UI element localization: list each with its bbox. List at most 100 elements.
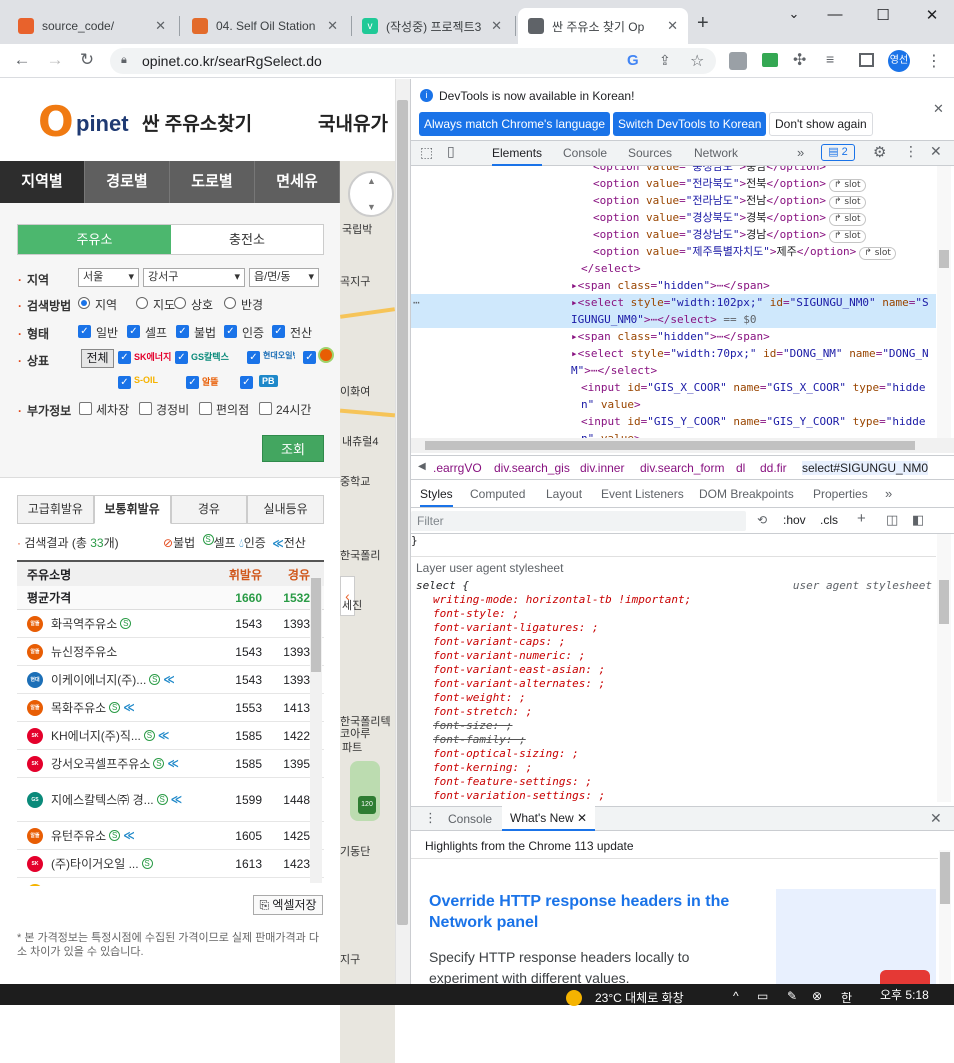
breadcrumb-item[interactable]: select#SIGUNGU_NM0: [802, 461, 929, 475]
ime-indicator[interactable]: 한: [841, 989, 852, 1005]
page-scrollbar-thumb[interactable]: [397, 100, 408, 925]
whatsnew-title-link[interactable]: Override HTTP response headers in the Ne…: [429, 891, 749, 933]
forward-icon[interactable]: →: [44, 50, 66, 72]
weather-text[interactable]: 23°C 대체로 화창: [595, 989, 684, 1005]
station-name[interactable]: 이케이에너지(주)...: [51, 671, 146, 688]
styles-tab-0[interactable]: Styles: [420, 481, 453, 507]
google-icon[interactable]: G: [627, 52, 639, 69]
weather-sun-icon[interactable]: [566, 990, 582, 1006]
browser-menu-icon[interactable]: ⋮: [926, 51, 942, 71]
tab-close-icon[interactable]: ✕: [155, 18, 166, 34]
opinet-logo-text[interactable]: pinet: [76, 111, 129, 137]
drawer-tab-console[interactable]: Console: [448, 812, 492, 826]
excel-save-button[interactable]: ⎘ 엑셀저장: [253, 895, 323, 915]
tab-close-icon[interactable]: ✕: [491, 18, 502, 34]
station-name[interactable]: 스카이주유소: [51, 883, 117, 886]
type-checkbox-2[interactable]: ✓: [176, 325, 189, 338]
brand-checkbox-4[interactable]: ✓: [118, 376, 131, 389]
add-rule-icon[interactable]: +: [857, 510, 866, 527]
tab-network[interactable]: Network: [694, 140, 738, 166]
type-checkbox-1[interactable]: ✓: [127, 325, 140, 338]
station-name[interactable]: 유턴주유소: [51, 827, 106, 844]
dom-hscrollbar-thumb[interactable]: [425, 441, 915, 450]
video-play-icon[interactable]: [880, 970, 930, 984]
switch-korean-button[interactable]: Switch DevTools to Korean: [613, 112, 767, 136]
tab-regular-gasoline[interactable]: 보통휘발유: [93, 495, 171, 524]
gas-station-tab[interactable]: 주유소: [18, 225, 171, 254]
tray-mute-icon[interactable]: ⊗: [812, 989, 822, 1005]
tab-kerosene[interactable]: 실내등유: [247, 495, 324, 524]
back-icon[interactable]: ←: [11, 50, 33, 72]
nav-region[interactable]: 지역별: [0, 161, 85, 203]
inspect-element-icon[interactable]: ⬚: [420, 144, 433, 161]
styles-pane[interactable]: } Layer user agent stylesheet select {us…: [411, 534, 936, 802]
brand-all-button[interactable]: 전체: [81, 349, 114, 368]
tray-network-icon[interactable]: ▭: [757, 989, 768, 1005]
devtools-menu-icon[interactable]: ⋮: [904, 143, 918, 160]
reload-icon[interactable]: ↻: [76, 50, 98, 72]
extra-checkbox-3[interactable]: [259, 402, 272, 415]
tab-search-icon[interactable]: ⌄: [774, 6, 814, 26]
tab-close-icon[interactable]: ✕: [327, 18, 338, 34]
whatsnew-close-icon[interactable]: ✕: [577, 811, 587, 825]
issues-badge[interactable]: ▤ 2: [821, 144, 855, 161]
css-property[interactable]: writing-mode: horizontal-tb !important;: [411, 593, 936, 607]
minimize-button[interactable]: —: [815, 6, 855, 26]
css-property[interactable]: font-style: ;: [411, 607, 936, 621]
styles-tab-4[interactable]: DOM Breakpoints: [699, 481, 794, 507]
table-row[interactable]: 알뜰 화곡역주유소 S 1543 1393: [17, 610, 324, 638]
table-row[interactable]: 알뜰 유턴주유소 S ≪ 1605 1425: [17, 822, 324, 850]
devtools-close-icon[interactable]: ✕: [930, 143, 942, 160]
css-property[interactable]: font-kerning: ;: [411, 761, 936, 775]
extension-avatar-icon[interactable]: [729, 52, 747, 70]
tab-sources[interactable]: Sources: [628, 140, 672, 166]
css-property[interactable]: font-family: ;: [411, 733, 936, 747]
side-panel-icon[interactable]: [859, 53, 874, 67]
extra-checkbox-1[interactable]: [139, 402, 152, 415]
method-radio-2[interactable]: [174, 297, 186, 309]
match-language-button[interactable]: Always match Chrome's language: [419, 112, 611, 136]
styles-tab-5[interactable]: Properties: [813, 481, 868, 507]
browser-tab[interactable]: 싼 주유소 찾기 Op ✕: [518, 8, 688, 44]
computed-styles-icon[interactable]: ◫: [886, 512, 898, 528]
dont-show-button[interactable]: Don't show again: [769, 112, 873, 136]
extra-checkbox-0[interactable]: [79, 402, 92, 415]
hov-button[interactable]: :hov: [783, 513, 806, 527]
search-button[interactable]: 조회: [262, 435, 324, 462]
station-name[interactable]: 뉴신정주유소: [51, 643, 117, 660]
styles-scrollbar-thumb[interactable]: [939, 580, 949, 624]
brand-checkbox-3[interactable]: ✓: [303, 351, 316, 364]
method-radio-0[interactable]: [78, 297, 90, 309]
sido-select[interactable]: 서울: [78, 268, 139, 287]
styles-more-icon[interactable]: »: [885, 486, 892, 501]
sigungu-select[interactable]: 강서구: [143, 268, 245, 287]
station-name[interactable]: (주)타이거오일 ...: [51, 855, 139, 872]
tray-pen-icon[interactable]: ✎: [787, 989, 797, 1005]
css-property[interactable]: font-variant-numeric: ;: [411, 649, 936, 663]
css-property[interactable]: font-variation-settings: ;: [411, 789, 936, 802]
browser-tab[interactable]: source_code/ ✕: [8, 8, 176, 44]
styles-tab-2[interactable]: Layout: [546, 481, 582, 507]
css-property[interactable]: font-variant-alternates: ;: [411, 677, 936, 691]
table-row[interactable]: SK KH에너지(주)직... S ≪ 1585 1422: [17, 722, 324, 750]
drawer-scrollbar-thumb[interactable]: [940, 852, 950, 904]
close-window-button[interactable]: ✕: [912, 6, 952, 26]
breadcrumb-item[interactable]: dd.fir: [760, 461, 787, 475]
css-property[interactable]: font-stretch: ;: [411, 705, 936, 719]
browser-tab[interactable]: v (작성중) 프로젝트3 ✕: [352, 8, 512, 44]
type-checkbox-4[interactable]: ✓: [272, 325, 285, 338]
css-property[interactable]: font-variant-caps: ;: [411, 635, 936, 649]
styles-scrollbar[interactable]: [937, 534, 951, 802]
toggle-states-icon[interactable]: ⟲: [757, 513, 767, 527]
dom-scrollbar[interactable]: [937, 166, 951, 438]
station-name[interactable]: KH에너지(주)직...: [51, 727, 141, 744]
brand-checkbox-5[interactable]: ✓: [186, 376, 199, 389]
opinet-logo-o[interactable]: O: [38, 97, 74, 146]
drawer-tab-whatsnew[interactable]: What's New ✕: [502, 806, 596, 831]
profile-avatar[interactable]: 영선: [888, 50, 910, 72]
breadcrumb-item[interactable]: dl: [736, 461, 745, 475]
map-area[interactable]: ▲ ▼ ‹ 120 국립박 곡지구 이화여 내츄럴4 중학교 한국폴리 세진 한국폴리텍 코아루…: [340, 161, 395, 1063]
brand-checkbox-1[interactable]: ✓: [175, 351, 188, 364]
bookmark-star-icon[interactable]: ☆: [690, 51, 704, 71]
station-name[interactable]: 강서오곡셀프주유소: [51, 755, 150, 772]
